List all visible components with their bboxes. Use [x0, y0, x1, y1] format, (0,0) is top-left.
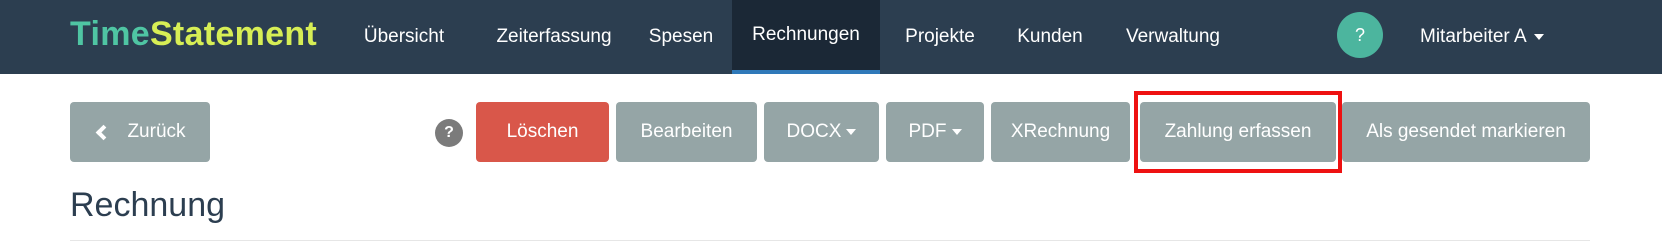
brand-logo-part2: Statement: [149, 15, 318, 53]
nav-item-label: Projekte: [905, 26, 975, 47]
nav-item-label: Spesen: [648, 26, 714, 47]
nav-item-label: Rechnungen: [752, 24, 860, 45]
nav-item-uebersicht[interactable]: Übersicht: [345, 0, 463, 74]
nav-item-zeiterfassung[interactable]: Zeiterfassung: [481, 0, 627, 74]
docx-dropdown-button[interactable]: DOCX: [764, 102, 879, 162]
brand-logo[interactable]: TimeStatement: [70, 14, 317, 54]
back-button-label: Zurück: [127, 121, 186, 142]
nav-item-spesen[interactable]: Spesen: [643, 0, 719, 74]
xrechnung-button-label: XRechnung: [1010, 121, 1111, 142]
pdf-dropdown-button[interactable]: PDF: [886, 102, 984, 162]
caret-down-icon: [951, 129, 962, 135]
delete-button-label: Löschen: [506, 121, 579, 142]
help-icon-glyph: ?: [1354, 24, 1365, 45]
nav-item-label: Zeiterfassung: [496, 26, 612, 47]
mark-as-sent-button-label: Als gesendet markieren: [1366, 121, 1566, 142]
nav-item-kunden[interactable]: Kunden: [1007, 0, 1093, 74]
nav-item-label: Kunden: [1017, 26, 1083, 47]
top-navbar: TimeStatement Übersicht Zeiterfassung Sp…: [0, 0, 1662, 74]
back-button[interactable]: Zurück: [70, 102, 210, 162]
record-payment-button[interactable]: Zahlung erfassen: [1140, 102, 1336, 162]
brand-logo-part1: Time: [70, 15, 150, 53]
page-title: Rechnung: [70, 186, 226, 224]
nav-item-label: Verwaltung: [1125, 26, 1220, 47]
record-payment-button-label: Zahlung erfassen: [1164, 121, 1312, 142]
docx-button-label: DOCX: [786, 121, 842, 142]
title-divider: [70, 240, 1590, 241]
edit-button[interactable]: Bearbeiten: [616, 102, 757, 162]
mark-as-sent-button[interactable]: Als gesendet markieren: [1342, 102, 1590, 162]
question-mark-icon[interactable]: ?: [435, 119, 463, 147]
help-icon[interactable]: ?: [1337, 12, 1383, 58]
xrechnung-button[interactable]: XRechnung: [991, 102, 1130, 162]
nav-item-projekte[interactable]: Projekte: [893, 0, 987, 74]
caret-down-icon: [1533, 34, 1544, 40]
nav-item-rechnungen[interactable]: Rechnungen: [732, 0, 880, 74]
question-mark-glyph: ?: [444, 124, 454, 141]
edit-button-label: Bearbeiten: [640, 121, 733, 142]
nav-item-label: Übersicht: [363, 26, 445, 47]
user-name: Mitarbeiter A: [1420, 26, 1527, 47]
pdf-button-label: PDF: [908, 121, 947, 142]
nav-item-verwaltung[interactable]: Verwaltung: [1114, 0, 1232, 74]
delete-button[interactable]: Löschen: [476, 102, 609, 162]
caret-down-icon: [846, 129, 857, 135]
user-menu-dropdown[interactable]: Mitarbeiter A: [1420, 0, 1544, 74]
chevron-left-icon: [96, 124, 112, 140]
